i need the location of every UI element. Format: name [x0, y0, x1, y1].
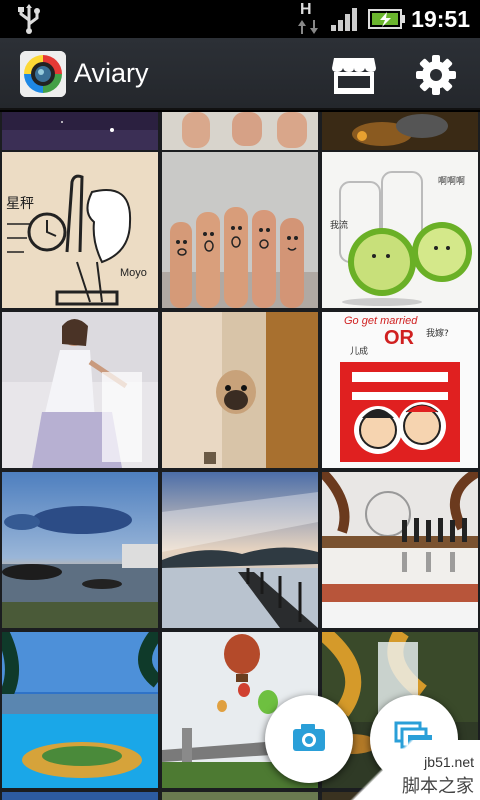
- photo-thumbnail[interactable]: [2, 472, 158, 628]
- svg-text:Go get married: Go get married: [344, 315, 418, 327]
- photo-thumbnail[interactable]: [2, 312, 158, 468]
- settings-gear-icon[interactable]: [415, 54, 457, 96]
- store-icon[interactable]: [330, 54, 378, 96]
- aviary-logo-icon: [20, 51, 66, 97]
- app-title: Aviary: [74, 58, 149, 88]
- hspa-data-icon: H: [296, 2, 322, 36]
- photo-thumbnail[interactable]: [162, 312, 318, 468]
- photo-thumbnail[interactable]: [2, 792, 158, 800]
- photo-thumbnail[interactable]: [322, 472, 478, 628]
- app-bar: Aviary: [0, 38, 480, 110]
- watermark-url: jb51.net: [424, 754, 474, 770]
- photo-thumbnail[interactable]: [162, 472, 318, 628]
- photo-thumbnail[interactable]: [162, 152, 318, 308]
- clock: 19:51: [411, 6, 470, 32]
- photo-thumbnail[interactable]: [162, 112, 318, 150]
- photo-thumbnail[interactable]: 我流 啊啊啊: [322, 152, 478, 308]
- usb-icon: [18, 4, 40, 34]
- svg-text:星秤: 星秤: [6, 196, 34, 212]
- photo-thumbnail[interactable]: [2, 112, 158, 150]
- status-bar: H 19:51: [0, 0, 480, 38]
- photo-thumbnail[interactable]: 星秤 Moyo: [2, 152, 158, 308]
- svg-text:啊啊啊: 啊啊啊: [438, 176, 465, 187]
- svg-text:儿成: 儿成: [350, 345, 368, 357]
- svg-text:Moyo: Moyo: [120, 267, 147, 279]
- svg-text:我嫁?: 我嫁?: [426, 327, 449, 339]
- photo-thumbnail[interactable]: [2, 632, 158, 788]
- photo-thumbnail[interactable]: Go get married OR 儿成 我嫁?: [322, 312, 478, 468]
- battery-charging-icon: [368, 9, 405, 29]
- photo-thumbnail[interactable]: [162, 792, 318, 800]
- watermark: jb51.net 脚本之家: [330, 740, 480, 800]
- photo-thumbnail[interactable]: [322, 112, 478, 150]
- svg-text:我流: 我流: [330, 219, 348, 231]
- svg-text:OR: OR: [384, 327, 415, 349]
- watermark-text: 脚本之家: [402, 776, 474, 797]
- signal-icon: [331, 8, 357, 31]
